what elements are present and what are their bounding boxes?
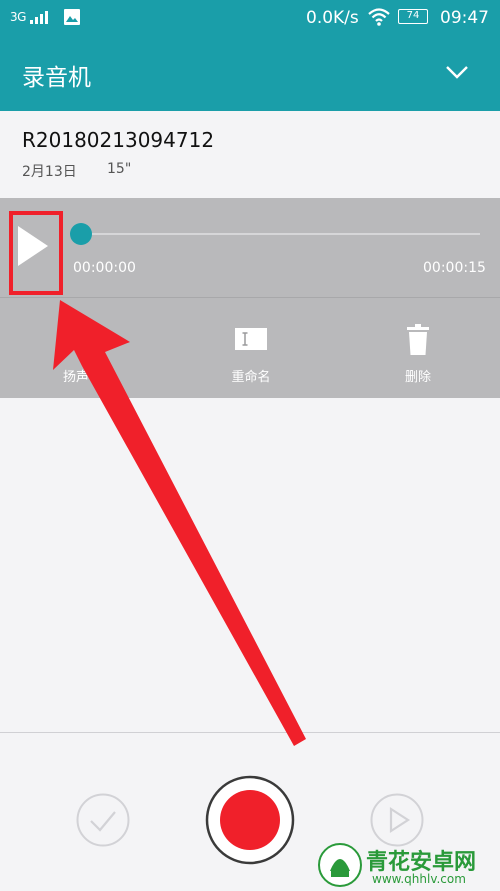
record-button[interactable]	[205, 775, 295, 865]
chevron-down-icon[interactable]	[444, 62, 470, 82]
page-title: 录音机	[22, 65, 91, 91]
confirm-check-icon[interactable]	[76, 793, 130, 847]
recording-item[interactable]: R20180213094712 2月13日 15"	[0, 111, 500, 198]
battery-level: 74	[398, 9, 428, 24]
recording-date: 2月13日	[22, 164, 77, 180]
rename-icon	[235, 328, 267, 350]
watermark-url: www.qhhlv.com	[372, 872, 466, 886]
recording-name: R20180213094712	[22, 128, 215, 152]
watermark: 青花安卓网 www.qhhlv.com	[314, 838, 500, 890]
rename-label: 重命名	[231, 370, 271, 385]
status-bar: 3G 0.0K/s 74 09:47	[0, 0, 500, 36]
network-type: 3G	[10, 10, 26, 24]
speaker-icon	[62, 328, 86, 352]
signal-strength-icon	[30, 11, 48, 24]
gallery-icon	[64, 9, 80, 25]
speaker-button[interactable]: 扬声	[16, 324, 136, 386]
seek-handle[interactable]	[70, 223, 92, 245]
app-bar: 录音机	[0, 36, 500, 111]
wifi-icon	[368, 8, 390, 26]
speaker-label: 扬声	[62, 370, 89, 385]
elapsed-time: 00:00:00	[73, 260, 136, 276]
delete-label: 删除	[404, 370, 431, 385]
watermark-logo-icon	[318, 843, 362, 887]
delete-button[interactable]: 删除	[358, 324, 478, 386]
player-panel: 00:00:00 00:00:15 扬声 重命名 删除	[0, 198, 500, 398]
divider	[0, 297, 500, 298]
seek-track[interactable]	[80, 233, 480, 235]
rename-button[interactable]: 重命名	[191, 324, 311, 386]
highlight-box	[9, 211, 63, 295]
trash-icon	[407, 324, 429, 355]
total-time: 00:00:15	[423, 260, 486, 276]
clock: 09:47	[440, 8, 489, 28]
recording-duration: 15"	[107, 161, 132, 177]
network-speed: 0.0K/s	[306, 8, 359, 28]
